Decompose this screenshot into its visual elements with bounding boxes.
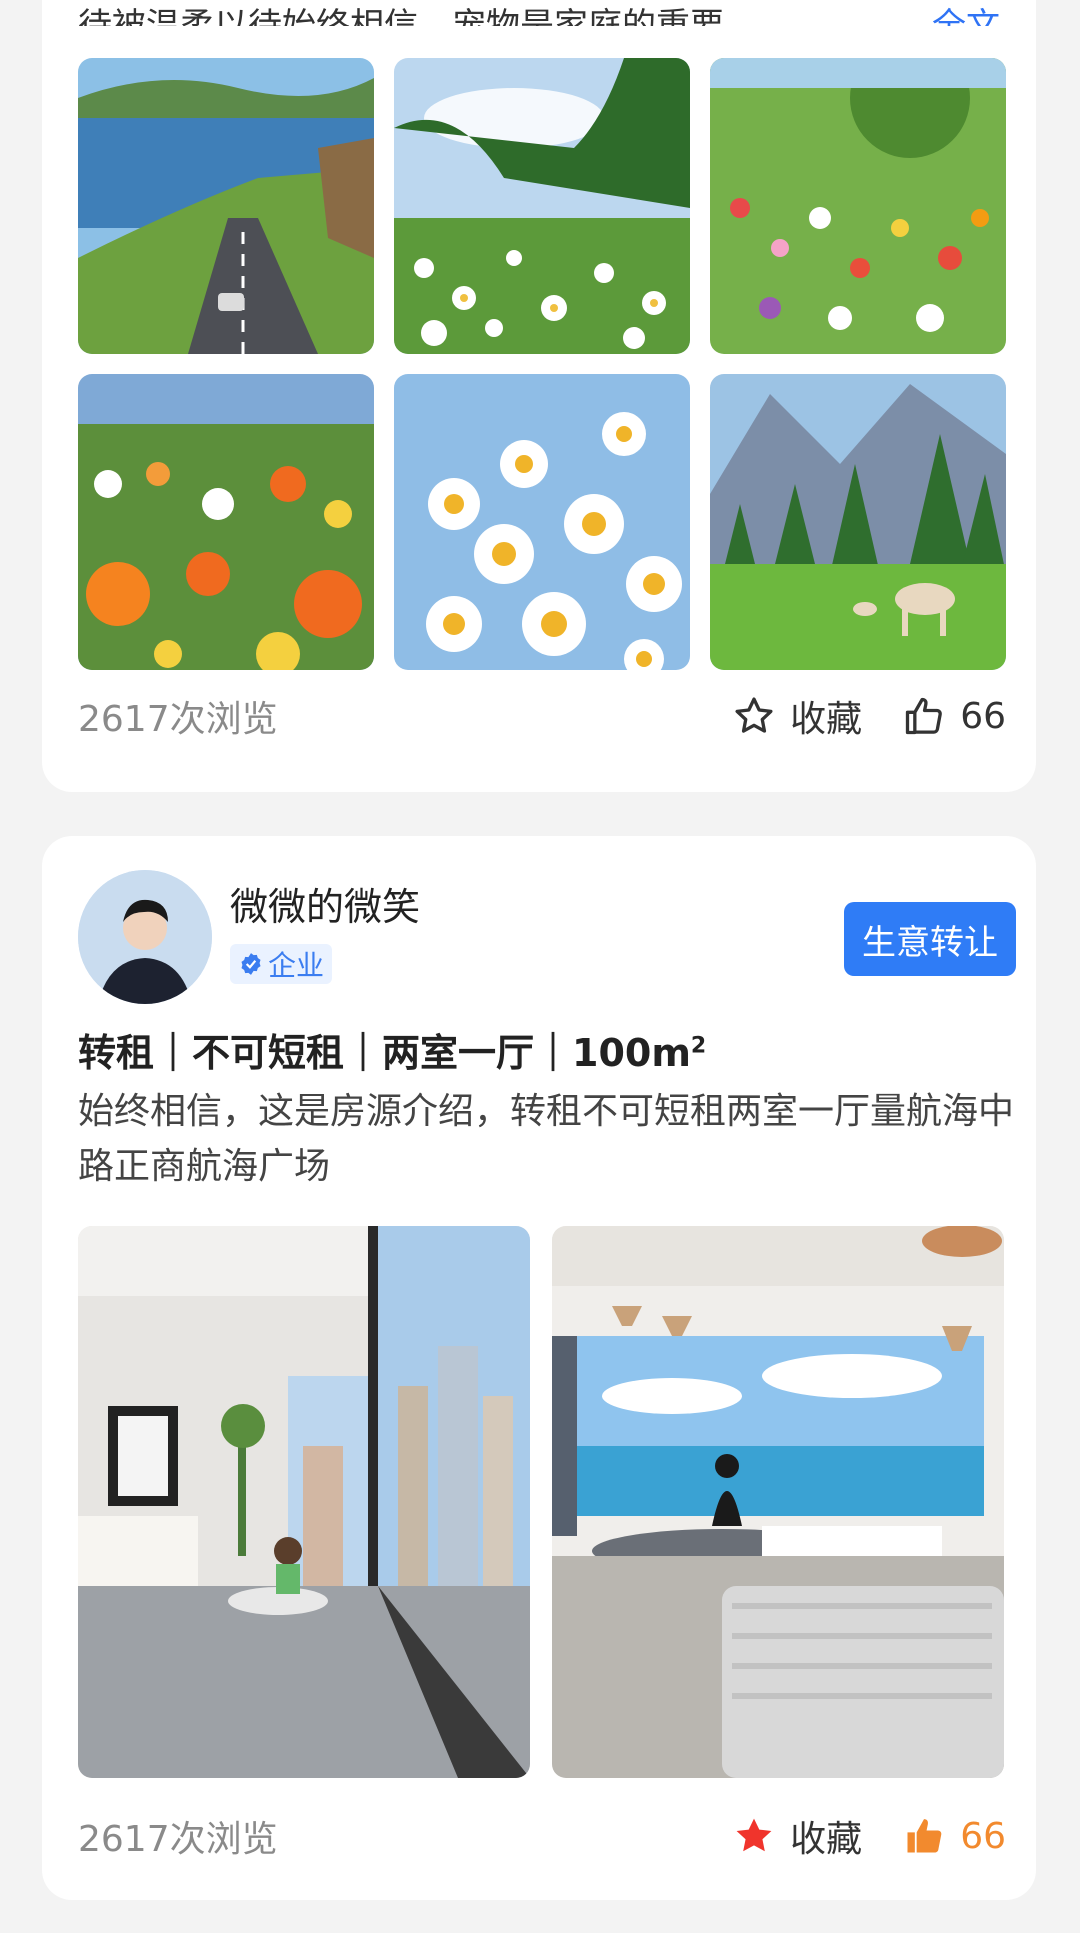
avatar[interactable] [78, 870, 212, 1004]
image-poppy-field[interactable] [78, 374, 374, 670]
image-wildflower-garden[interactable] [710, 58, 1006, 354]
image-coastal-road[interactable] [78, 58, 374, 354]
view-count: 2617次浏览 [78, 1819, 278, 1860]
post-footer: 2617次浏览 收藏 66 [78, 1806, 1006, 1866]
post-footer: 2617次浏览 收藏 66 [78, 686, 1006, 746]
favorite-button[interactable]: 收藏 [732, 1810, 862, 1862]
image-daisy-closeup[interactable] [394, 374, 690, 670]
post-title: 转租｜不可短租｜两室一厅｜100m2 [78, 1031, 707, 1075]
image-bedroom-sea-view[interactable] [552, 1226, 1004, 1778]
business-transfer-button[interactable]: 生意转让 [844, 902, 1016, 976]
enterprise-badge: 企业 [230, 944, 333, 984]
thumbs-up-filled-icon [902, 1814, 946, 1858]
favorite-label: 收藏 [790, 1819, 863, 1860]
post-card-1[interactable]: 待被温柔以待始终相信，宠物是家庭的重要... 全文 2617次浏览 收藏 66 [42, 0, 1036, 792]
star-filled-icon [732, 1814, 776, 1858]
image-living-room-window[interactable] [78, 1226, 530, 1778]
post-text-truncated: 待被温柔以待始终相信，宠物是家庭的重要... [78, 6, 757, 26]
like-button[interactable]: 66 [902, 1814, 1006, 1858]
image-daisy-meadow[interactable] [394, 58, 690, 354]
favorite-button[interactable]: 收藏 [732, 690, 862, 742]
star-outline-icon [732, 694, 776, 738]
favorite-label: 收藏 [790, 699, 863, 740]
read-more-link[interactable]: 全文 [932, 0, 1000, 26]
view-count: 2617次浏览 [78, 699, 278, 740]
verified-badge-icon [241, 953, 261, 975]
username[interactable]: 微微的微笑 [230, 876, 420, 931]
badge-label: 企业 [268, 949, 325, 982]
post-card-2[interactable]: 微微的微笑 企业 生意转让 转租｜不可短租｜两室一厅｜100m2 始终相信，这是… [42, 836, 1036, 1900]
like-count: 66 [960, 1815, 1006, 1857]
image-grid [78, 58, 1006, 670]
post-description: 始终相信，这是房源介绍，转租不可短租两室一厅量航海中路正商航海广场 [78, 1091, 1015, 1187]
thumbs-up-outline-icon [902, 694, 946, 738]
like-button[interactable]: 66 [902, 694, 1006, 738]
like-count: 66 [960, 695, 1006, 737]
image-mountain-horse[interactable] [710, 374, 1006, 670]
